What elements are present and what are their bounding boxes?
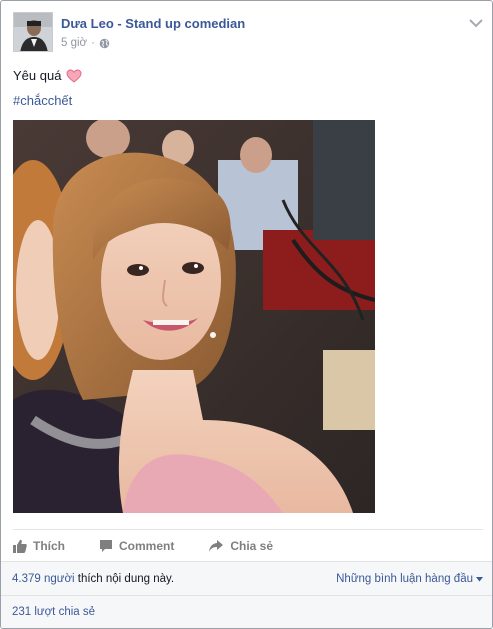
share-icon — [209, 540, 224, 552]
avatar-image — [14, 13, 52, 51]
like-button[interactable]: Thích — [13, 539, 65, 553]
chevron-down-icon[interactable] — [469, 18, 483, 28]
caret-down-icon — [476, 576, 483, 581]
comment-sort-dropdown[interactable]: Những bình luận hàng đầu — [336, 573, 483, 585]
globe-icon[interactable] — [99, 38, 110, 49]
post-footer: 4.379 người thích nội dung này. Những bì… — [1, 561, 492, 628]
likes-count[interactable]: 4.379 người — [12, 573, 75, 585]
post-card: Dưa Leo - Stand up comedian 5 giờ · Yêu … — [0, 0, 493, 629]
author-name[interactable]: Dưa Leo - Stand up comedian — [61, 16, 245, 31]
photo-illustration — [13, 120, 375, 513]
post-message: Yêu quá — [13, 68, 82, 83]
footer-divider — [1, 595, 492, 596]
likes-summary[interactable]: 4.379 người thích nội dung này. — [12, 573, 174, 585]
likes-suffix: thích nội dung này. — [74, 573, 175, 585]
comment-button[interactable]: Comment — [99, 539, 174, 553]
action-bar: Thích Comment Chia sẻ — [13, 537, 307, 555]
shares-count[interactable]: 231 lượt chia sẻ — [12, 606, 95, 618]
post-meta: 5 giờ · — [61, 37, 110, 49]
comment-icon — [100, 540, 112, 552]
action-divider — [13, 529, 483, 530]
avatar[interactable] — [13, 12, 53, 52]
like-icon — [13, 539, 27, 553]
post-time[interactable]: 5 giờ — [61, 37, 87, 49]
heart-icon — [66, 68, 82, 83]
share-label: Chia sẻ — [230, 539, 274, 553]
post-header: Dưa Leo - Stand up comedian 5 giờ · — [13, 12, 483, 56]
like-label: Thích — [33, 539, 65, 553]
post-photo[interactable] — [13, 120, 375, 513]
comment-sort-label: Những bình luận hàng đầu — [336, 573, 473, 585]
comment-label: Comment — [119, 539, 175, 553]
share-button[interactable]: Chia sẻ — [208, 539, 273, 553]
meta-separator: · — [91, 37, 95, 49]
hashtag-link[interactable]: #chắcchết — [13, 93, 72, 108]
post-message-text: Yêu quá — [13, 68, 62, 83]
